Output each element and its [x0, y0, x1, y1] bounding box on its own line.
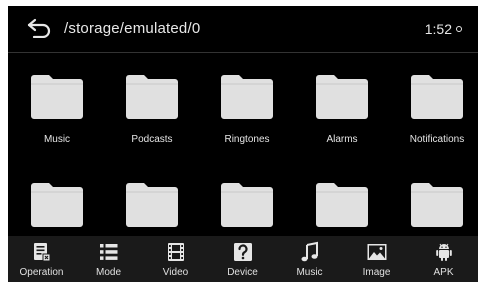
folder-notifications[interactable]	[409, 74, 465, 120]
image-icon	[367, 244, 386, 260]
folder-icon	[411, 75, 463, 119]
folder-icon	[126, 75, 178, 119]
folder-label: Notifications	[409, 134, 465, 145]
nav-device[interactable]: Device	[209, 236, 276, 282]
nav-music[interactable]: Music	[276, 236, 343, 282]
nav-apk[interactable]: APK	[410, 236, 477, 282]
folder-icon	[411, 183, 463, 227]
folder-label: Music	[43, 134, 71, 145]
current-path: /storage/emulated/0	[64, 20, 201, 37]
android-icon	[435, 243, 452, 261]
folder-label: Podcasts	[131, 134, 173, 145]
nav-label: Video	[162, 267, 189, 278]
folder-icon	[221, 183, 273, 227]
header-divider	[8, 52, 478, 53]
nav-image[interactable]: Image	[343, 236, 410, 282]
music-note-icon	[301, 241, 318, 262]
list-icon	[99, 244, 117, 260]
folder-podcasts[interactable]	[124, 74, 180, 120]
folder-item[interactable]	[124, 182, 180, 228]
nav-label: Image	[362, 267, 391, 278]
folder-item[interactable]	[314, 182, 370, 228]
folder-item[interactable]	[409, 182, 465, 228]
folder-label: Alarms	[326, 134, 358, 145]
folder-icon	[126, 183, 178, 227]
folder-item[interactable]	[29, 182, 85, 228]
back-arrow-icon[interactable]	[26, 18, 52, 38]
folder-item[interactable]	[219, 182, 275, 228]
nav-video[interactable]: Video	[142, 236, 209, 282]
folder-icon	[316, 183, 368, 227]
nav-label: APK	[433, 267, 454, 278]
folder-music[interactable]	[29, 74, 85, 120]
nav-label: Mode	[95, 267, 121, 278]
clock-time: 1:52	[424, 21, 452, 37]
folder-ringtones[interactable]	[219, 74, 275, 120]
status-clock: 1:52	[425, 21, 462, 37]
folder-alarms[interactable]	[314, 74, 370, 120]
nav-label: Device	[227, 267, 258, 278]
folder-icon	[31, 75, 83, 119]
folder-label: Ringtones	[224, 134, 270, 145]
header-bar: /storage/emulated/0 1:52	[8, 6, 478, 52]
file-manager-screen: /storage/emulated/0 1:52 Music Podcasts …	[8, 6, 478, 282]
operation-icon	[33, 243, 50, 262]
folder-icon	[316, 75, 368, 119]
bottom-toolbar: Operation Mode Video Device Music Image …	[8, 236, 478, 282]
folder-icon	[31, 183, 83, 227]
nav-label: Operation	[19, 267, 64, 278]
nav-mode[interactable]: Mode	[75, 236, 142, 282]
film-icon	[167, 243, 184, 261]
nav-label: Music	[296, 267, 323, 278]
question-icon	[233, 243, 252, 261]
status-indicator-icon	[456, 26, 462, 33]
nav-operation[interactable]: Operation	[8, 236, 75, 282]
folder-icon	[221, 75, 273, 119]
